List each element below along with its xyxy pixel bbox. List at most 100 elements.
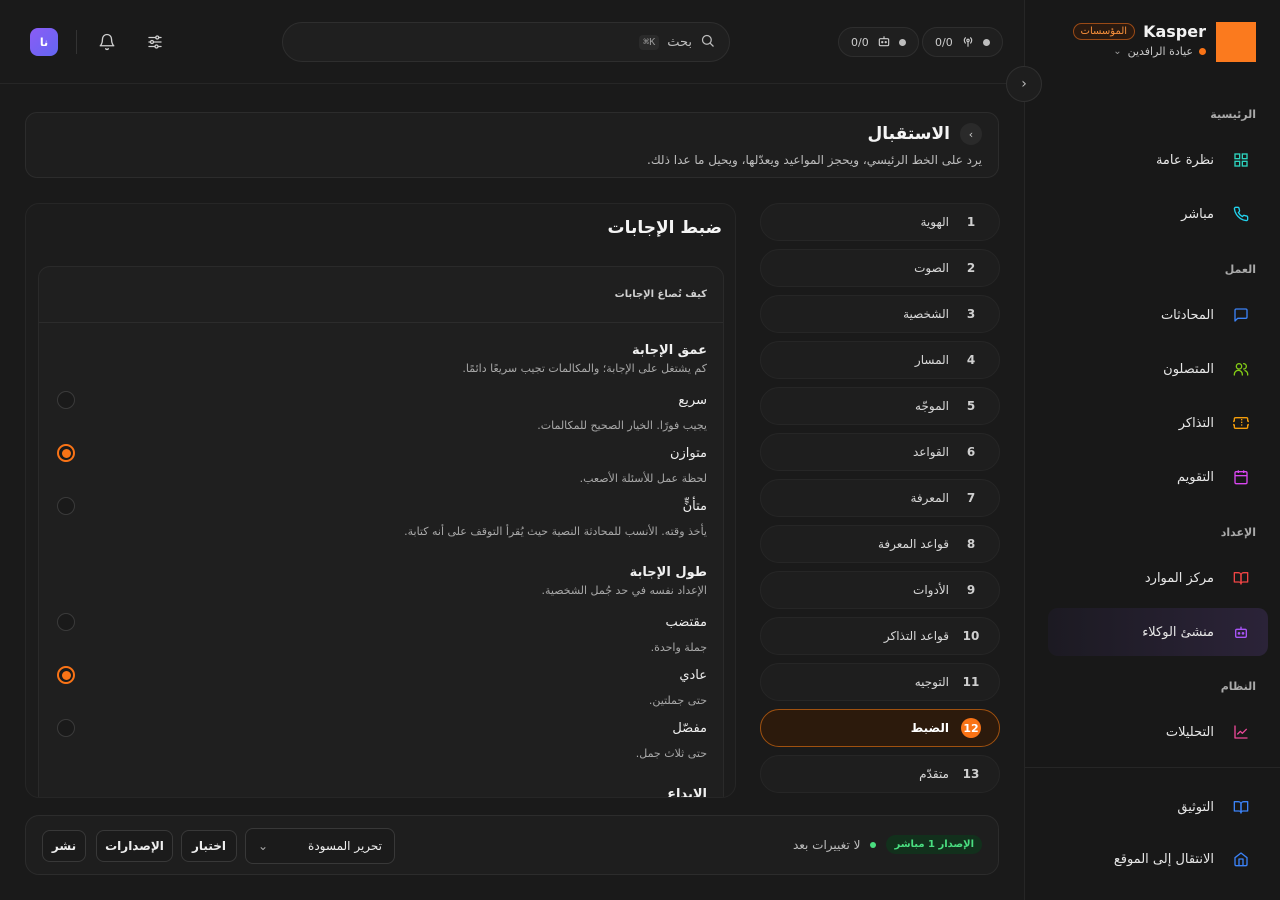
radio-button[interactable] [57,444,75,462]
step-item[interactable]: التوجيه 11 [760,663,1000,701]
sidebar-collapse-button[interactable]: › [1006,66,1042,102]
option-description: يأخذ وقته. الأنسب للمحادثة النصية حيث يُ… [404,525,707,538]
nav-item-resources[interactable]: مركز الموارد [1048,554,1268,602]
radio-button[interactable] [57,497,75,515]
versions-button[interactable]: الإصدارات [96,830,173,862]
page-description: يرد على الخط الرئيسي، ويحجز المواعيد ويع… [647,153,982,167]
depth-group: عمق الإجابة كم يشتغل على الإجابة؛ والمكا… [57,343,707,375]
search-input[interactable]: ⌘K بحث [282,22,730,62]
plan-badge: المؤسسات [1072,23,1136,40]
step-label: القواعد [912,445,949,459]
step-number: 5 [966,399,976,413]
nav-item-overview[interactable]: نظرة عامة [1048,136,1268,184]
group-description: الإعداد نفسه في حد جُمل الشخصية. [541,584,707,597]
divider [76,30,77,54]
nav-label: الانتقال إلى الموقع [1113,851,1214,867]
bell-icon[interactable] [95,30,119,54]
step-item[interactable]: المعرفة 7 [760,479,1000,517]
nav-item-agent-builder[interactable]: منشئ الوكلاء [1048,608,1268,656]
sliders-icon[interactable] [143,30,167,54]
nav-label: مباشر [1181,206,1214,222]
brand-name: Kasper [1143,22,1206,41]
step-label: الموجّه [915,399,949,413]
option-label: متأنٍّ [682,498,707,514]
step-item[interactable]: قواعد المعرفة 8 [760,525,1000,563]
search-shortcut: ⌘K [639,34,660,50]
step-item[interactable]: قواعد التذاكر 10 [760,617,1000,655]
sidebar: المؤسسات Kasper عيادة الرافدين ⌄ الرئيسي… [1024,0,1280,900]
radio-option[interactable]: متأنٍّ يأخذ وقته. الأنسب للمحادثة النصية … [57,497,707,538]
chevron-down-icon: ⌄ [1113,46,1122,57]
nav-label: المتصلون [1163,361,1214,377]
nav-label: التقويم [1176,469,1214,485]
test-button[interactable]: اختبار [181,830,237,862]
option-label: سريع [678,392,707,408]
version-badge: الإصدار 1 مباشر [886,835,982,854]
org-status-dot [1199,48,1206,55]
nav-item-calendar[interactable]: التقويم [1048,453,1268,501]
nav-item-go-to-site[interactable]: الانتقال إلى الموقع [1048,835,1268,883]
chart-icon [1232,723,1250,741]
book-icon [1232,798,1250,816]
step-label: التوجيه [914,675,949,689]
radio-option[interactable]: مقتضب جملة واحدة. [57,613,707,654]
step-label: الأدوات [913,583,949,597]
radio-option[interactable]: متوازن لحظة عمل للأسئلة الأصعب. [57,444,707,485]
step-label: المعرفة [910,491,949,505]
step-item[interactable]: القواعد 6 [760,433,1000,471]
step-number: 11 [962,675,980,689]
section-header: كيف تُصاغ الإجابات [614,289,707,300]
radio-option[interactable]: سريع يجيب فورًا. الخيار الصحيح للمكالمات. [57,391,707,432]
option-description: يجيب فورًا. الخيار الصحيح للمكالمات. [537,419,707,432]
group-title: عمق الإجابة [632,343,707,358]
nav-item-callers[interactable]: المتصلون [1048,345,1268,393]
step-item[interactable]: الأدوات 9 [760,571,1000,609]
nav-item-analytics[interactable]: التحليلات [1048,708,1268,756]
step-item[interactable]: متقدّم 13 [760,755,1000,793]
step-item[interactable]: الشخصية 3 [760,295,1000,333]
bot-counter[interactable]: 0/0 [838,27,919,57]
step-number: 13 [962,767,980,781]
step-item[interactable]: المسار 4 [760,341,1000,379]
book-open-icon [1232,569,1250,587]
radio-option[interactable]: مفصّل حتى ثلاث جمل. [57,719,707,760]
chevron-left-icon[interactable]: ‹ [960,123,982,145]
user-avatar[interactable]: نا [30,28,58,56]
step-item[interactable]: الصوت 2 [760,249,1000,287]
nav-section-main: الرئيسية [1210,108,1256,121]
step-item[interactable]: الضبط 12 [760,709,1000,747]
step-item[interactable]: الهوية 1 [760,203,1000,241]
step-number: 1 [966,215,976,229]
step-number: 7 [966,491,976,505]
step-number: 6 [966,445,976,459]
broadcast-counter[interactable]: 0/0 [922,27,1003,57]
radio-button[interactable] [57,391,75,409]
org-switcher[interactable]: عيادة الرافدين ⌄ [1113,45,1206,58]
publish-button[interactable]: نشر [42,830,86,862]
step-number: 9 [966,583,976,597]
users-icon [1232,360,1250,378]
group-description: كم يشتغل على الإجابة؛ والمكالمات تجيب سر… [462,362,707,375]
nav-item-conversations[interactable]: المحادثات [1048,291,1268,339]
step-number: 12 [961,718,981,738]
radio-button[interactable] [57,613,75,631]
draft-select[interactable]: ⌄ تحرير المسودة [245,828,395,864]
nav-item-docs[interactable]: التوثيق [1048,783,1268,831]
brand[interactable]: المؤسسات Kasper عيادة الرافدين ⌄ [1072,22,1256,62]
nav-label: التوثيق [1177,799,1214,815]
length-group: طول الإجابة الإعداد نفسه في حد جُمل الشخ… [57,565,707,597]
nav-item-live[interactable]: مباشر [1048,190,1268,238]
nav-item-tickets[interactable]: التذاكر [1048,399,1268,447]
step-item[interactable]: الموجّه 5 [760,387,1000,425]
chevron-down-icon: ⌄ [258,839,269,853]
status-dot [898,38,906,46]
radio-option[interactable]: عادي حتى جملتين. [57,666,707,707]
radio-button[interactable] [57,666,75,684]
counter-value: 0/0 [935,35,953,49]
step-label: قواعد المعرفة [877,537,949,551]
radio-button[interactable] [57,719,75,737]
step-number: 8 [966,537,976,551]
robot-icon [1232,623,1250,641]
chevron-right-icon: › [1021,76,1027,92]
step-number: 4 [966,353,976,367]
